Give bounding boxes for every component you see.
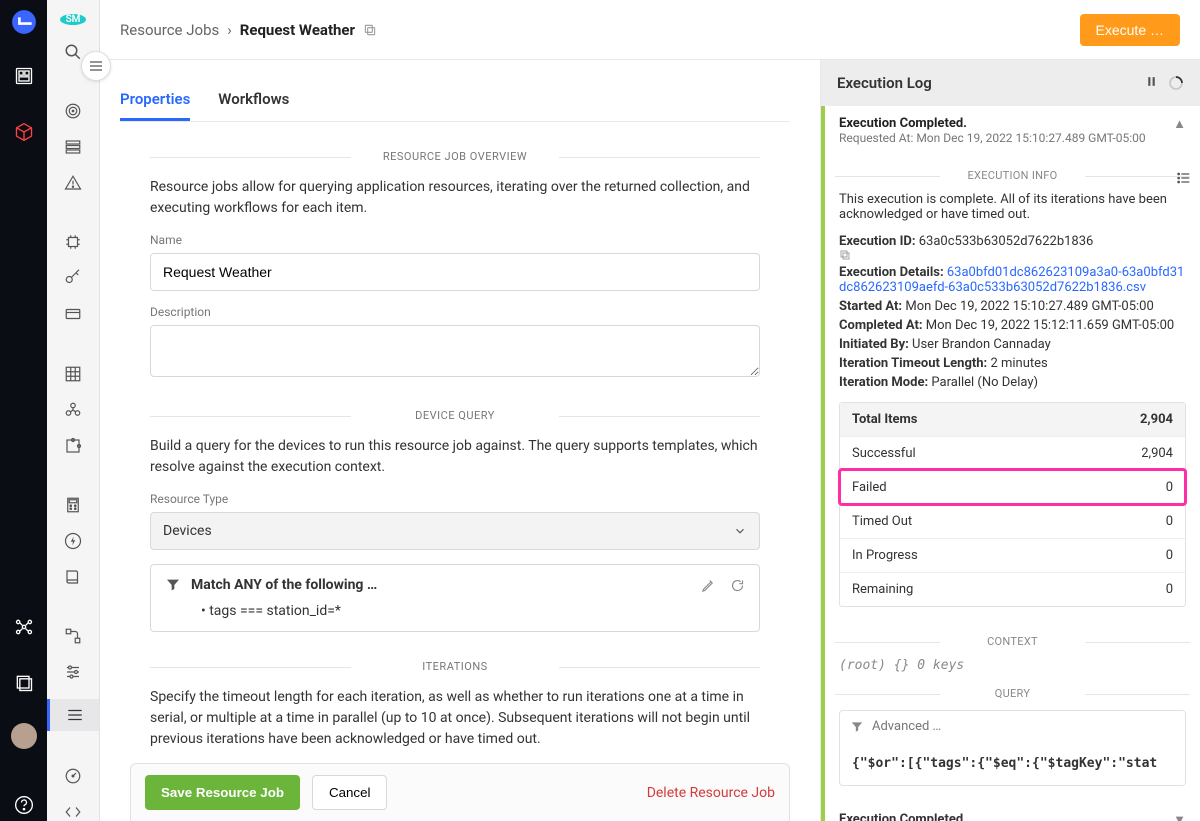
- resource-type-select[interactable]: Devices: [150, 512, 760, 550]
- completed-at-value: Mon Dec 19, 2022 15:12:11.659 GMT-05:00: [926, 318, 1174, 333]
- rows-icon[interactable]: [61, 138, 85, 156]
- stack-icon[interactable]: [8, 667, 40, 699]
- warning-icon[interactable]: [61, 174, 85, 192]
- pipeline-icon[interactable]: [61, 627, 85, 645]
- dashboard-icon[interactable]: [8, 60, 40, 92]
- description-label: Description: [150, 305, 760, 319]
- name-input[interactable]: [150, 253, 760, 291]
- resource-type-value: Devices: [163, 523, 212, 539]
- puzzle-icon[interactable]: [61, 437, 85, 455]
- chevron-down-icon: [733, 524, 747, 538]
- code-icon[interactable]: [61, 803, 85, 821]
- save-button[interactable]: Save Resource Job: [145, 775, 300, 810]
- main-content: Properties Workflows RESOURCE JOB OVERVI…: [100, 60, 820, 821]
- execution-id-value: 63a0c533b63052d7622b1836: [919, 234, 1094, 249]
- execution-info-text: This execution is complete. All of its i…: [839, 192, 1186, 222]
- tab-properties[interactable]: Properties: [120, 80, 190, 121]
- context-value: (root) {} 0 keys: [825, 658, 1200, 673]
- execution-requested-at: Requested At: Mon Dec 19, 2022 15:10:27.…: [839, 131, 1146, 145]
- webhook-icon[interactable]: [61, 401, 85, 419]
- secondary-nav-rail: SM: [47, 0, 100, 821]
- lines-icon-active[interactable]: [63, 703, 87, 727]
- section-heading-iterations: ITERATIONS: [150, 660, 760, 673]
- user-avatar[interactable]: [11, 723, 37, 749]
- copy-execution-id-icon[interactable]: [839, 249, 1186, 261]
- topbar: Resource Jobs › Request Weather Execute …: [100, 0, 1200, 60]
- query-heading: QUERY: [825, 687, 1200, 700]
- key-icon[interactable]: [61, 269, 85, 287]
- execution-info-heading: EXECUTION INFO: [825, 169, 1200, 182]
- collapse-sidebar-button[interactable]: [81, 51, 111, 81]
- cube-icon[interactable]: [8, 116, 40, 148]
- execute-button[interactable]: Execute …: [1080, 14, 1180, 46]
- search-icon[interactable]: [61, 43, 85, 61]
- execution-log-panel: Execution Log Execution Completed. Reque…: [820, 60, 1200, 821]
- card-icon[interactable]: [61, 305, 85, 323]
- failed-row-highlighted: Failed0: [840, 470, 1185, 504]
- book-icon[interactable]: [61, 568, 85, 586]
- query-advanced-box: Advanced … {"$or":[{"tags":{"$eq":{"$tag…: [839, 710, 1186, 786]
- breadcrumb-separator: ›: [227, 21, 232, 39]
- delete-link[interactable]: Delete Resource Job: [647, 785, 775, 801]
- bolt-circle-icon[interactable]: [61, 532, 85, 550]
- section-heading-device-query: DEVICE QUERY: [150, 409, 760, 422]
- execution-stats-table: Total Items2,904 Successful2,904 Failed0…: [839, 402, 1186, 607]
- graph-icon[interactable]: [8, 611, 40, 643]
- copy-icon[interactable]: [363, 23, 377, 37]
- breadcrumb-current: Request Weather: [240, 21, 355, 39]
- overview-description: Resource jobs allow for querying applica…: [150, 177, 760, 219]
- workspace-badge[interactable]: SM: [60, 14, 86, 25]
- tab-workflows[interactable]: Workflows: [218, 80, 289, 121]
- cancel-button[interactable]: Cancel: [312, 775, 388, 810]
- expand-icon[interactable]: ▼: [1173, 812, 1186, 821]
- resource-type-label: Resource Type: [150, 492, 760, 506]
- action-bar: Save Resource Job Cancel Delete Resource…: [130, 763, 790, 821]
- started-at-value: Mon Dec 19, 2022 15:10:27.489 GMT-05:00: [905, 299, 1153, 314]
- tabs: Properties Workflows: [120, 80, 790, 122]
- execution-status: Execution Completed.: [839, 116, 1146, 131]
- section-heading-overview: RESOURCE JOB OVERVIEW: [150, 150, 760, 163]
- grid-icon[interactable]: [61, 365, 85, 383]
- filter-icon: [850, 720, 864, 734]
- refresh-query-icon[interactable]: [730, 578, 745, 593]
- breadcrumb: Resource Jobs › Request Weather: [120, 21, 377, 39]
- help-icon[interactable]: [8, 789, 40, 821]
- edit-query-icon[interactable]: [701, 578, 716, 593]
- execution-collapsed-row[interactable]: Execution Completed. ▼: [821, 802, 1200, 821]
- context-heading: CONTEXT: [825, 635, 1200, 648]
- filter-icon: [165, 577, 181, 593]
- query-match-title: Match ANY of the following …: [191, 577, 377, 593]
- device-query-description: Build a query for the devices to run thi…: [150, 436, 760, 478]
- iter-timeout-value: 2 minutes: [990, 356, 1047, 371]
- query-advanced-label: Advanced …: [872, 719, 941, 734]
- chip-icon[interactable]: [61, 233, 85, 251]
- iter-mode-value: Parallel (No Delay): [931, 375, 1038, 390]
- pause-icon[interactable]: [1145, 75, 1158, 91]
- brand-logo[interactable]: [10, 8, 38, 36]
- query-builder: Match ANY of the following … tags === st…: [150, 564, 760, 632]
- spinner-icon[interactable]: [1168, 75, 1184, 91]
- initiated-by-value: User Brandon Cannaday: [912, 337, 1051, 352]
- collapse-icon[interactable]: ▲: [1173, 116, 1186, 132]
- target-icon[interactable]: [61, 102, 85, 120]
- breadcrumb-parent[interactable]: Resource Jobs: [120, 21, 219, 39]
- query-json: {"$or":[{"tags":{"$eq":{"$tagKey":"stat: [840, 742, 1185, 785]
- primary-nav-rail: [0, 0, 47, 821]
- calc-icon[interactable]: [61, 496, 85, 514]
- name-label: Name: [150, 233, 760, 247]
- sliders-icon[interactable]: [61, 663, 85, 681]
- gauge-icon[interactable]: [61, 767, 85, 785]
- execution-log-header: Execution Log: [821, 60, 1200, 106]
- execution-log-title: Execution Log: [837, 74, 932, 92]
- description-textarea[interactable]: [150, 325, 760, 377]
- iterations-description: Specify the timeout length for each iter…: [150, 687, 760, 750]
- query-rule: tags === station_id=*: [201, 603, 745, 619]
